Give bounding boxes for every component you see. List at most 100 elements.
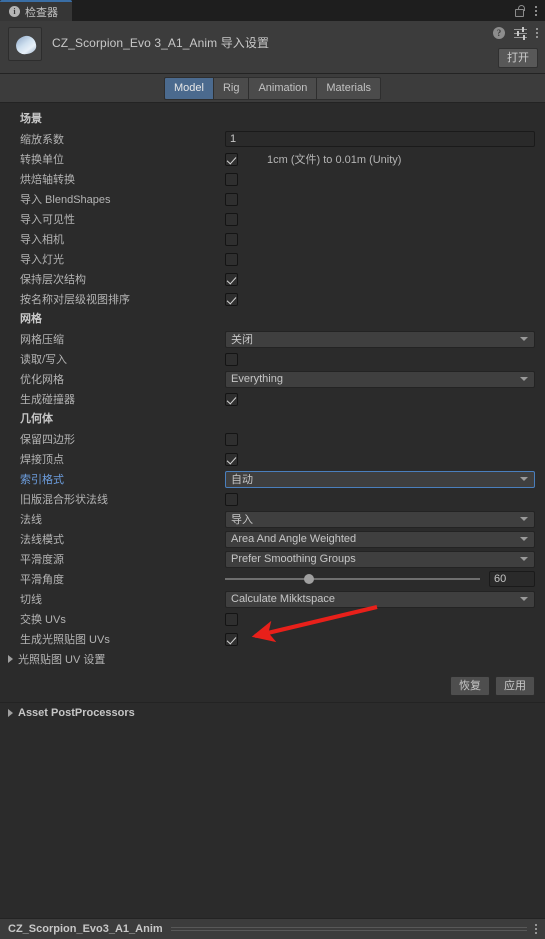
apply-button[interactable]: 应用 xyxy=(495,676,535,696)
weld-vertices-checkbox[interactable] xyxy=(225,452,238,466)
import-blendshapes-checkbox[interactable] xyxy=(225,192,238,206)
row-smoothness-source[interactable]: 平滑度源 Prefer Smoothing Groups xyxy=(0,549,545,569)
slider-handle[interactable] xyxy=(304,574,315,584)
open-button[interactable]: 打开 xyxy=(498,48,538,68)
import-visibility-checkbox[interactable] xyxy=(225,212,238,226)
row-label: 转换单位 xyxy=(20,154,64,166)
normals-dropdown[interactable]: 导入 xyxy=(225,510,535,528)
row-optimize-mesh[interactable]: 优化网格 Everything xyxy=(0,369,545,389)
status-bar: CZ_Scorpion_Evo3_A1_Anim xyxy=(0,918,545,939)
row-swap-uvs[interactable]: 交换 UVs xyxy=(0,609,545,629)
convert-units-checkbox[interactable] xyxy=(225,152,238,166)
row-label: 导入可见性 xyxy=(20,214,75,226)
generate-lightmap-uvs-checkbox[interactable] xyxy=(225,632,238,646)
import-cameras-checkbox[interactable] xyxy=(225,232,238,246)
dropdown-value: Everything xyxy=(231,373,283,385)
page-title: CZ_Scorpion_Evo 3_A1_Anim 导入设置 xyxy=(52,36,270,50)
row-mesh-compression[interactable]: 网格压缩 关闭 xyxy=(0,329,545,349)
tab-animation[interactable]: Animation xyxy=(249,76,318,100)
row-preserve-hierarchy[interactable]: 保持层次结构 xyxy=(0,269,545,289)
row-bake-axis-conversion[interactable]: 烘焙轴转换 xyxy=(0,169,545,189)
row-index-format[interactable]: 索引格式 自动 xyxy=(0,469,545,489)
tangents-dropdown[interactable]: Calculate Mikktspace xyxy=(225,590,535,608)
foldout-asset-postprocessors[interactable]: Asset PostProcessors xyxy=(0,703,545,723)
tab-inspector-label: 检查器 xyxy=(25,6,58,19)
row-label: 平滑角度 xyxy=(20,574,64,586)
dropdown-value: Calculate Mikktspace xyxy=(231,593,335,605)
scale-factor-input[interactable]: 1 xyxy=(225,131,535,147)
action-button-row: 恢复 应用 xyxy=(0,669,545,696)
legacy-blendshape-normals-checkbox[interactable] xyxy=(225,492,238,506)
smoothness-source-dropdown[interactable]: Prefer Smoothing Groups xyxy=(225,550,535,568)
row-read-write[interactable]: 读取/写入 xyxy=(0,349,545,369)
kebab-menu-icon[interactable] xyxy=(535,924,537,934)
dropdown-value: 自动 xyxy=(231,474,253,486)
row-sort-hierarchy-by-name[interactable]: 按名称对层级视图排序 xyxy=(0,289,545,309)
row-import-visibility[interactable]: 导入可见性 xyxy=(0,209,545,229)
normals-mode-dropdown[interactable]: Area And Angle Weighted xyxy=(225,530,535,548)
sort-hierarchy-by-name-checkbox[interactable] xyxy=(225,292,238,306)
row-convert-units[interactable]: 转换单位 1cm (文件) to 0.01m (Unity) xyxy=(0,149,545,169)
chevron-down-icon xyxy=(520,557,528,561)
tab-model[interactable]: Model xyxy=(163,76,214,100)
smoothing-angle-value[interactable]: 60 xyxy=(489,571,535,587)
kebab-menu-icon[interactable] xyxy=(536,28,538,38)
row-smoothing-angle[interactable]: 平滑角度 60 xyxy=(0,569,545,589)
preserve-hierarchy-checkbox[interactable] xyxy=(225,272,238,286)
chevron-down-icon xyxy=(520,377,528,381)
row-label: 生成碰撞器 xyxy=(20,394,75,406)
row-normals-mode[interactable]: 法线模式 Area And Angle Weighted xyxy=(0,529,545,549)
tab-materials[interactable]: Materials xyxy=(317,76,382,100)
bake-axis-conversion-checkbox[interactable] xyxy=(225,172,238,186)
generate-colliders-checkbox[interactable] xyxy=(225,392,238,406)
keep-quads-checkbox[interactable] xyxy=(225,432,238,446)
dropdown-value: 关闭 xyxy=(231,334,253,346)
row-import-lights[interactable]: 导入灯光 xyxy=(0,249,545,269)
tab-inspector[interactable]: i 检查器 xyxy=(0,0,72,21)
row-generate-colliders[interactable]: 生成碰撞器 xyxy=(0,389,545,409)
index-format-dropdown[interactable]: 自动 xyxy=(225,470,535,488)
foldout-lightmap-uv-settings[interactable]: 光照贴图 UV 设置 xyxy=(0,649,545,669)
row-label: 导入相机 xyxy=(20,234,64,246)
row-label: 烘焙轴转换 xyxy=(20,174,75,186)
chevron-right-icon xyxy=(8,709,13,717)
row-weld-vertices[interactable]: 焊接顶点 xyxy=(0,449,545,469)
chevron-down-icon xyxy=(520,337,528,341)
row-label: 保留四边形 xyxy=(20,434,75,446)
swap-uvs-checkbox[interactable] xyxy=(225,612,238,626)
row-label: 保持层次结构 xyxy=(20,274,86,286)
read-write-checkbox[interactable] xyxy=(225,352,238,366)
row-scale-factor[interactable]: 缩放系数 1 xyxy=(0,129,545,149)
import-lights-checkbox[interactable] xyxy=(225,252,238,266)
row-import-blendshapes[interactable]: 导入 BlendShapes xyxy=(0,189,545,209)
mesh-preview-thumbnail xyxy=(8,27,42,61)
lock-open-icon[interactable] xyxy=(515,4,525,17)
row-legacy-blendshape-normals[interactable]: 旧版混合形状法线 xyxy=(0,489,545,509)
chevron-down-icon xyxy=(520,537,528,541)
chevron-down-icon xyxy=(520,517,528,521)
window-tab-strip: i 检查器 xyxy=(0,0,545,21)
row-generate-lightmap-uvs[interactable]: 生成光照贴图 UVs xyxy=(0,629,545,649)
preset-settings-icon[interactable] xyxy=(514,27,527,40)
kebab-menu-icon[interactable] xyxy=(535,5,537,16)
row-normals[interactable]: 法线 导入 xyxy=(0,509,545,529)
mesh-compression-dropdown[interactable]: 关闭 xyxy=(225,330,535,348)
row-label: 索引格式 xyxy=(20,474,64,486)
row-keep-quads[interactable]: 保留四边形 xyxy=(0,429,545,449)
row-import-cameras[interactable]: 导入相机 xyxy=(0,229,545,249)
asset-header-actions: ? xyxy=(493,27,538,40)
tab-rig[interactable]: Rig xyxy=(213,76,250,100)
asset-header: CZ_Scorpion_Evo 3_A1_Anim 导入设置 ? 打开 xyxy=(0,21,545,74)
row-label: 切线 xyxy=(20,594,42,606)
row-label: 生成光照贴图 UVs xyxy=(20,634,110,646)
section-heading-scene: 场景 xyxy=(20,113,42,125)
dropdown-value: Prefer Smoothing Groups xyxy=(231,553,356,565)
optimize-mesh-dropdown[interactable]: Everything xyxy=(225,370,535,388)
smoothing-angle-slider[interactable] xyxy=(225,574,480,584)
chevron-down-icon xyxy=(520,597,528,601)
row-tangents[interactable]: 切线 Calculate Mikktspace xyxy=(0,589,545,609)
revert-button[interactable]: 恢复 xyxy=(450,676,490,696)
row-label: 交换 UVs xyxy=(20,614,66,626)
help-icon[interactable]: ? xyxy=(493,27,505,39)
section-heading-geometry: 几何体 xyxy=(20,413,53,425)
